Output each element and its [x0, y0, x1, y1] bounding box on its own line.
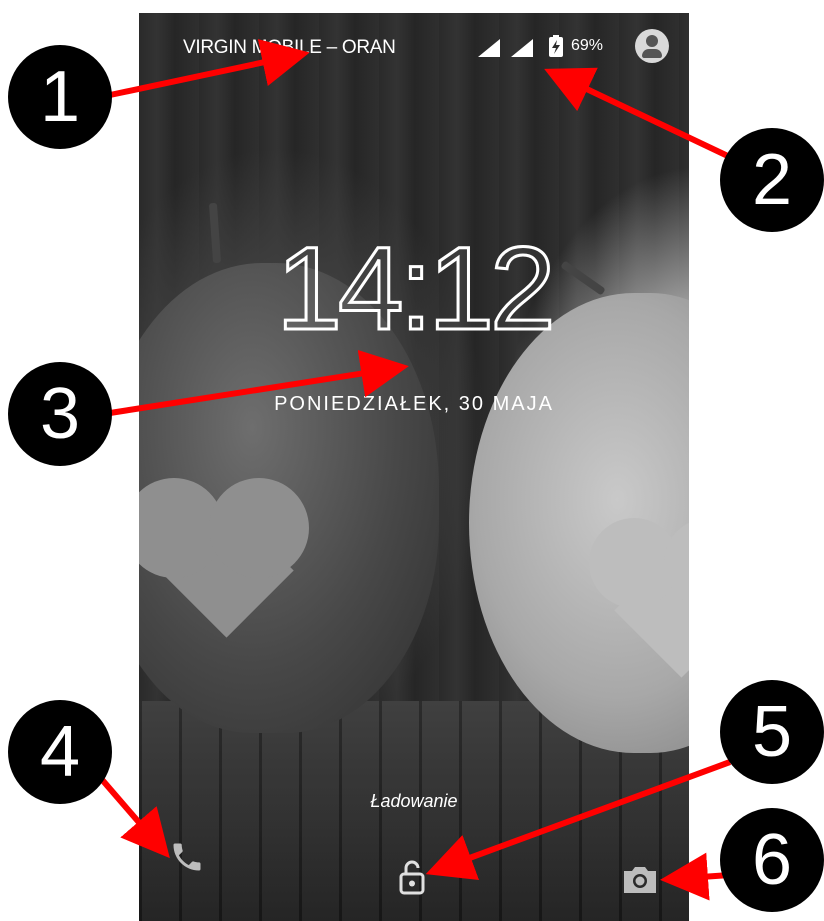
callout-1: 1: [8, 45, 112, 149]
signal-icon: [478, 39, 500, 57]
signal-icon: [511, 39, 533, 57]
battery-percent: 69%: [571, 37, 604, 54]
lock-icon[interactable]: [398, 859, 426, 895]
callout-6: 6: [720, 808, 824, 912]
light-apple-image: [469, 293, 689, 753]
user-avatar-icon[interactable]: [635, 29, 669, 63]
battery-charging-icon: [549, 35, 563, 57]
callout-2: 2: [720, 128, 824, 232]
lock-date: PONIEDZIAŁEK, 30 MAJA: [274, 393, 554, 415]
phone-icon[interactable]: [169, 839, 205, 875]
callout-4: 4: [8, 700, 112, 804]
camera-icon[interactable]: [621, 863, 659, 895]
status-bar: VIRGIN MOBILE – ORAN 69%: [139, 13, 689, 83]
callout-3: 3: [8, 362, 112, 466]
lock-screen: VIRGIN MOBILE – ORAN 69% 14:12 PONIEDZIA…: [139, 13, 689, 921]
carrier-name: VIRGIN MOBILE – ORAN: [183, 37, 396, 58]
lock-clock: 14:12: [275, 222, 557, 357]
charging-status: Ładowanie: [370, 791, 458, 811]
callout-5: 5: [720, 680, 824, 784]
